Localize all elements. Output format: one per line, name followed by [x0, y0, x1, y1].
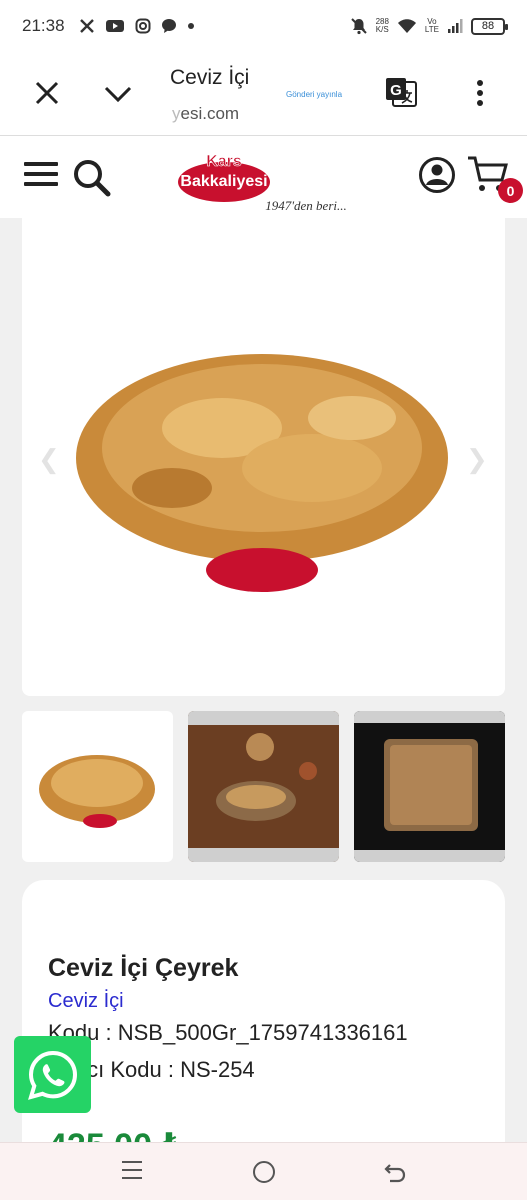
- product-page: ❮ ❯ Ceviz İçi Çeyrek Ceviz İçi Kodu : NS…: [0, 218, 527, 1142]
- x-twitter-icon: [79, 19, 94, 33]
- site-logo[interactable]: Kars Bakkaliyesi 1947'den beri...: [178, 148, 358, 218]
- thumbnail-1[interactable]: [22, 711, 173, 862]
- recent-apps-icon[interactable]: [122, 1161, 142, 1181]
- system-nav-bar: [0, 1142, 527, 1200]
- search-icon[interactable]: [72, 158, 112, 198]
- translate-icon[interactable]: G: [384, 76, 418, 110]
- thumbnail-3[interactable]: [354, 711, 505, 862]
- gallery-next-icon[interactable]: ❯: [466, 444, 488, 475]
- cart-count-badge: 0: [498, 178, 523, 203]
- dot-icon: [187, 23, 194, 29]
- product-category-link[interactable]: Ceviz İçi: [48, 990, 124, 1013]
- home-icon[interactable]: [253, 1161, 275, 1183]
- chat-bubble-icon: [161, 19, 176, 33]
- whatsapp-icon: [27, 1050, 77, 1100]
- close-icon[interactable]: [32, 78, 62, 108]
- logo-line2: Bakkaliyesi: [180, 173, 267, 190]
- main-product-image[interactable]: [22, 218, 505, 696]
- signal-icon: [448, 19, 463, 33]
- svg-text:G: G: [390, 82, 402, 99]
- whatsapp-button[interactable]: [14, 1036, 91, 1113]
- status-time: 21:38: [22, 16, 65, 35]
- net-speed: 288 K/S: [375, 17, 389, 34]
- mute-bell-icon: [350, 18, 367, 35]
- battery-indicator: 88: [471, 17, 508, 35]
- volte: Vo LTE: [424, 17, 439, 34]
- walnut-kernels-image: [76, 354, 448, 592]
- page-title: Ceviz İçi: [170, 66, 250, 89]
- instagram-icon: [135, 18, 151, 34]
- browser-toolbar: Ceviz İçi yesi.com Gönderi yayınla G: [0, 52, 527, 136]
- hamburger-icon[interactable]: [24, 162, 58, 188]
- status-right: 288 K/S Vo LTE 88: [350, 17, 508, 35]
- post-button[interactable]: Gönderi yayınla: [286, 90, 342, 99]
- thumbnail-2[interactable]: [188, 711, 339, 862]
- product-price: 425,00 ₺: [48, 1126, 185, 1142]
- gallery-prev-icon[interactable]: ❮: [38, 444, 60, 475]
- notification-icons: [79, 18, 195, 34]
- back-icon[interactable]: [382, 1159, 408, 1185]
- youtube-icon: [105, 20, 124, 32]
- product-code: Kodu : NSB_500Gr_1759741336161: [48, 1020, 408, 1045]
- product-info-card: Ceviz İçi Çeyrek Ceviz İçi Kodu : NSB_50…: [22, 880, 505, 1142]
- wifi-icon: [397, 19, 416, 33]
- more-vert-icon[interactable]: [470, 78, 490, 108]
- logo-line1: Kars: [206, 153, 242, 170]
- chevron-down-icon[interactable]: [102, 80, 134, 108]
- status-bar: 21:38 288 K/S Vo LTE 88: [0, 0, 527, 52]
- logo-tagline: 1947'den beri...: [265, 198, 347, 213]
- product-name: Ceviz İçi Çeyrek: [48, 954, 239, 982]
- site-header: Kars Bakkaliyesi 1947'den beri...: [0, 136, 527, 218]
- page-url: yesi.com: [172, 104, 240, 123]
- user-icon[interactable]: [418, 156, 456, 194]
